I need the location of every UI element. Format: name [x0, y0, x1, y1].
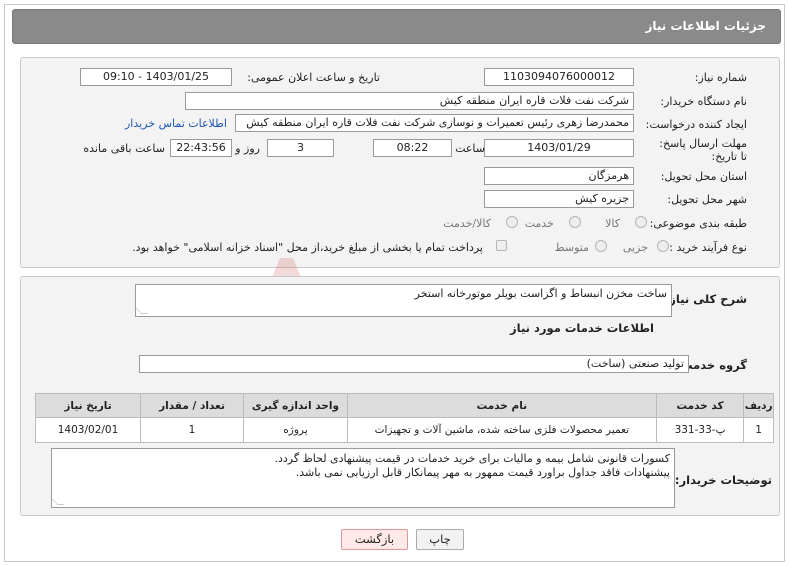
print-button[interactable]: چاپ — [416, 529, 464, 550]
need-number-field: 1103094076000012 — [484, 68, 634, 86]
summary-textarea[interactable]: ساخت مخزن انبساط و اگزاست بویلر موتورخان… — [135, 284, 672, 317]
category-radio-service[interactable] — [569, 216, 581, 228]
buyer-notes-line-2: پیشنهادات فاقد جداول براورد قیمت ممهور ب… — [295, 466, 670, 479]
resize-grip-icon[interactable] — [136, 307, 149, 314]
back-button[interactable]: بازگشت — [341, 529, 408, 550]
city-label: شهر محل تحویل: — [667, 193, 747, 206]
deadline-time-field: 08:22 — [373, 139, 452, 157]
announce-label: تاریخ و ساعت اعلان عمومی: — [247, 71, 380, 84]
creator-field: محمدرضا زهری رئیس تعمیرات و نوسازی شرکت … — [235, 114, 634, 132]
deadline-label: مهلت ارسال پاسخ: تا تاریخ: — [659, 137, 747, 163]
category-option-service: خدمت — [524, 217, 554, 230]
service-group-field: تولید صنعتی (ساخت) — [139, 355, 689, 373]
buyer-notes-label: توضیحات خریدار: — [674, 473, 772, 487]
cell-qty: 1 — [140, 417, 244, 443]
resize-grip-icon[interactable] — [52, 498, 65, 505]
process-radio-medium[interactable] — [595, 240, 607, 252]
process-label: نوع فرآیند خرید : — [669, 241, 747, 254]
page-header: جزئیات اطلاعات نیاز — [12, 9, 781, 44]
col-date-header: تاریخ نیاز — [34, 393, 142, 418]
buyer-field: شرکت نفت فلات قاره ایران منطقه کیش — [185, 92, 634, 110]
cell-date: 1403/02/01 — [34, 417, 142, 443]
buyer-contact-link[interactable]: اطلاعات تماس خریدار — [125, 117, 227, 130]
table-row: 1 پ-33-331 تعمیر محصولات فلزی ساخته شده،… — [34, 417, 774, 443]
buyer-notes-textarea[interactable]: کسورات قانونی شامل بیمه و مالیات برای خر… — [51, 448, 675, 508]
category-radio-goods[interactable] — [635, 216, 647, 228]
process-radio-minor[interactable] — [657, 240, 669, 252]
deadline-time-label: ساعت — [455, 142, 485, 155]
announce-field: 1403/01/25 - 09:10 — [80, 68, 232, 86]
category-option-goods-service: کالا/خدمت — [443, 217, 491, 230]
category-label: طبقه بندی موضوعی: — [649, 217, 747, 230]
creator-label: ایجاد کننده درخواست: — [645, 118, 747, 131]
need-number-label: شماره نیاز: — [694, 71, 747, 84]
cell-row: 1 — [743, 417, 774, 443]
days-field: 3 — [267, 139, 334, 157]
category-radio-goods-service[interactable] — [506, 216, 518, 228]
payment-note: پرداخت تمام یا بخشی از مبلغ خرید،از محل … — [132, 241, 483, 254]
col-code-header: کد خدمت — [655, 393, 745, 418]
remaining-label: ساعت باقی مانده — [83, 142, 165, 155]
category-option-goods: کالا — [605, 217, 620, 230]
services-heading: اطلاعات خدمات مورد نیاز — [510, 321, 654, 335]
services-table: ردیف کد خدمت نام خدمت واحد اندازه گیری ت… — [34, 393, 774, 443]
remaining-time-field: 22:43:56 — [170, 139, 232, 157]
page-title: جزئیات اطلاعات نیاز — [645, 19, 766, 33]
cell-code: پ-33-331 — [655, 417, 745, 443]
summary-label: شرح کلی نیاز: — [664, 292, 747, 306]
cell-unit: پروژه — [242, 417, 348, 443]
province-field: هرمزگان — [484, 167, 634, 185]
buyer-label: نام دستگاه خریدار: — [660, 95, 747, 108]
days-label: روز و — [235, 142, 260, 155]
col-row-header: ردیف — [743, 393, 774, 418]
col-name-header: نام خدمت — [346, 393, 657, 418]
summary-text: ساخت مخزن انبساط و اگزاست بویلر موتورخان… — [414, 287, 667, 300]
city-field: جزیره کیش — [484, 190, 634, 208]
col-qty-header: تعداد / مقدار — [140, 393, 244, 418]
province-label: استان محل تحویل: — [660, 170, 747, 183]
process-option-medium: متوسط — [554, 241, 589, 254]
deadline-date-field: 1403/01/29 — [484, 139, 634, 157]
cell-name: تعمیر محصولات فلزی ساخته شده، ماشین آلات… — [346, 417, 657, 443]
process-option-minor: جزیی — [622, 241, 648, 254]
buyer-notes-line-1: کسورات قانونی شامل بیمه و مالیات برای خر… — [274, 452, 670, 465]
table-header-row: ردیف کد خدمت نام خدمت واحد اندازه گیری ت… — [34, 393, 774, 418]
col-unit-header: واحد اندازه گیری — [242, 393, 348, 418]
treasury-payment-checkbox[interactable] — [496, 240, 507, 251]
